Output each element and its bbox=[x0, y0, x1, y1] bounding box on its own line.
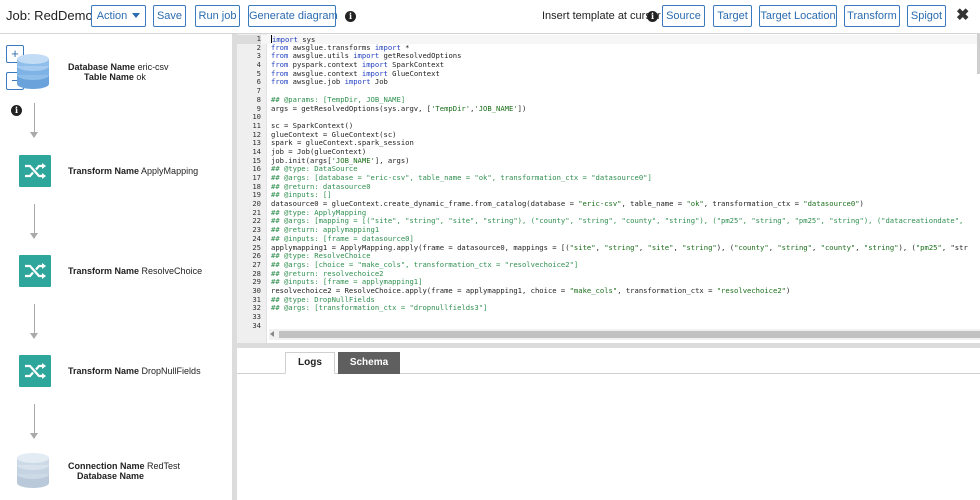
output-pane: Logs Schema bbox=[237, 348, 980, 500]
target-node-label[interactable]: Connection Name RedTest Database Name bbox=[68, 461, 180, 481]
shuffle-icon[interactable] bbox=[19, 355, 51, 387]
caret-down-icon bbox=[132, 13, 141, 18]
transform-button[interactable]: Transform bbox=[844, 5, 900, 27]
target-location-button[interactable]: Target Location bbox=[759, 5, 837, 27]
run-job-button[interactable]: Run job bbox=[195, 5, 240, 27]
transform-name-key: Transform Name bbox=[68, 166, 140, 176]
action-dropdown-button[interactable]: Action bbox=[91, 5, 146, 27]
source-node-label[interactable]: Database Name eric-csv Table Name ok bbox=[68, 62, 169, 82]
code-text[interactable]: applymapping1 = ApplyMapping.apply(frame… bbox=[271, 243, 968, 253]
database-name-key: Database Name bbox=[77, 471, 145, 481]
spigot-button[interactable]: Spigot bbox=[907, 5, 946, 27]
scroll-left-icon[interactable] bbox=[270, 331, 274, 337]
diagram-pane: + − i Database Name eric-csv Table Name … bbox=[0, 34, 232, 500]
table-name-value: ok bbox=[136, 72, 146, 82]
top-toolbar: Job: RedDemo Action Save Run job Generat… bbox=[0, 0, 980, 34]
flow-arrow bbox=[30, 204, 38, 239]
connection-name-key: Connection Name bbox=[68, 461, 145, 471]
database-icon[interactable] bbox=[16, 452, 50, 490]
code-text[interactable]: from awsglue.job import Job bbox=[271, 78, 388, 87]
transform-name-value: ResolveChoice bbox=[141, 266, 203, 276]
info-icon[interactable]: i bbox=[647, 11, 658, 22]
close-icon[interactable]: ✖ bbox=[956, 6, 969, 26]
code-line[interactable]: 18 ## @return: datasource0 bbox=[237, 182, 980, 192]
transform-name-value: ApplyMapping bbox=[141, 166, 199, 176]
line-number: 34 bbox=[252, 320, 261, 330]
shuffle-icon[interactable] bbox=[19, 155, 51, 187]
transform-name-key: Transform Name bbox=[68, 266, 140, 276]
transform-node-label[interactable]: Transform Name ApplyMapping bbox=[68, 166, 198, 176]
flow-arrow bbox=[30, 404, 38, 439]
flow-arrow bbox=[30, 304, 38, 339]
code-line[interactable]: 9 args = getResolvedOptions(sys.argv, ['T… bbox=[237, 104, 980, 114]
generate-diagram-button[interactable]: Generate diagram bbox=[248, 5, 338, 27]
shuffle-icon[interactable] bbox=[19, 255, 51, 287]
code-line[interactable]: 6 from awsglue.job import Job bbox=[237, 78, 980, 87]
transform-node-label[interactable]: Transform Name DropNullFields bbox=[68, 366, 201, 376]
target-button[interactable]: Target bbox=[713, 5, 752, 27]
database-name-key: Database Name bbox=[68, 62, 136, 72]
database-icon[interactable] bbox=[16, 53, 50, 91]
code-text[interactable]: ## @args: [transformation_ctx = "dropnul… bbox=[271, 303, 487, 313]
save-button[interactable]: Save bbox=[153, 5, 186, 27]
code-lines[interactable]: 1 import sys 2 from awsglue.transforms impo… bbox=[237, 34, 980, 330]
info-icon[interactable]: i bbox=[11, 105, 22, 116]
code-text[interactable]: args = getResolvedOptions(sys.argv, ['Te… bbox=[271, 104, 526, 114]
transform-node-label[interactable]: Transform Name ResolveChoice bbox=[68, 266, 202, 276]
job-title: Job: RedDemo bbox=[6, 8, 93, 23]
output-tabs: Logs Schema bbox=[237, 348, 980, 374]
tab-schema[interactable]: Schema bbox=[338, 352, 400, 374]
code-editor[interactable]: 1 import sys 2 from awsglue.transforms impo… bbox=[237, 34, 980, 343]
insert-template-label: Insert template at cursor bbox=[542, 10, 661, 22]
code-line[interactable]: 32 ## @args: [transformation_ctx = "dropn… bbox=[237, 303, 980, 313]
action-label: Action bbox=[96, 10, 128, 22]
transform-name-key: Transform Name bbox=[68, 366, 140, 376]
database-name-value: eric-csv bbox=[137, 62, 169, 72]
transform-name-value: DropNullFields bbox=[141, 366, 201, 376]
scrollbar-thumb[interactable] bbox=[279, 331, 980, 338]
tab-logs[interactable]: Logs bbox=[285, 352, 335, 374]
table-name-key: Table Name bbox=[84, 72, 134, 82]
info-icon[interactable]: i bbox=[345, 11, 356, 22]
horizontal-scrollbar[interactable] bbox=[269, 329, 980, 340]
code-line[interactable]: 33 bbox=[237, 312, 980, 322]
source-button[interactable]: Source bbox=[662, 5, 705, 27]
flow-arrow bbox=[30, 103, 38, 138]
connection-name-value: RedTest bbox=[147, 461, 181, 471]
